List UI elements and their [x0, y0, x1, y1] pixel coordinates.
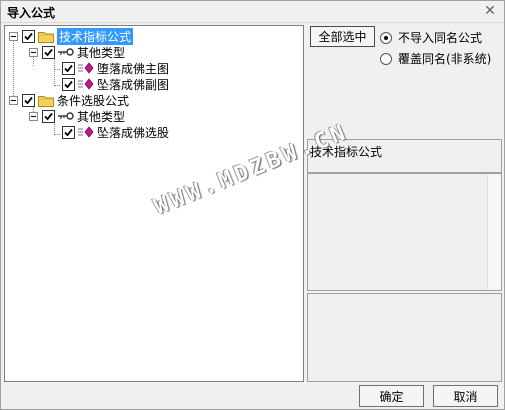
tree-node-label: 堕落成佛主图: [97, 61, 170, 76]
checkbox[interactable]: [62, 125, 75, 139]
tree-node-formula-selection[interactable]: 坠落成佛选股: [62, 124, 169, 140]
tree-node-other-type[interactable]: 其他类型: [29, 108, 125, 124]
collapse-toggle-icon[interactable]: [9, 95, 18, 105]
checkbox[interactable]: [62, 61, 75, 75]
radio-no-import-duplicates[interactable]: 不导入同名公式: [380, 29, 482, 46]
checkbox[interactable]: [62, 77, 75, 91]
radio-overwrite-duplicates[interactable]: 覆盖同名(非系统): [380, 50, 491, 67]
folder-icon: [38, 95, 54, 107]
title-bar: 导入公式 ✕: [1, 1, 504, 23]
radio-label: 不导入同名公式: [398, 31, 483, 45]
tree-node-label: 技术指标公式: [57, 27, 134, 45]
tree-connector-line: [54, 69, 60, 70]
checkbox[interactable]: [22, 29, 35, 43]
tree-node-label: 条件选股公式: [57, 93, 130, 108]
check-icon: [64, 64, 73, 72]
tree-node-label: 坠落成佛副图: [97, 77, 170, 92]
check-icon: [44, 112, 53, 120]
key-icon: [58, 112, 74, 120]
tree-connector-line: [54, 134, 60, 135]
key-icon: [58, 48, 74, 56]
check-icon: [44, 48, 53, 56]
select-all-button[interactable]: 全部选中: [310, 26, 375, 47]
formula-icon: [78, 78, 94, 90]
tree-node-label: 其他类型: [77, 45, 126, 60]
tree-node-label: 坠落成佛选股: [97, 125, 170, 140]
collapse-toggle-icon[interactable]: [29, 111, 38, 121]
tree-node-other-type[interactable]: 其他类型: [29, 44, 125, 60]
formula-icon: [78, 62, 94, 74]
check-icon: [24, 96, 33, 104]
close-button[interactable]: ✕: [482, 3, 498, 19]
tree-node-technical-formulas[interactable]: 技术指标公式: [9, 27, 134, 45]
tree-node-formula-main[interactable]: 堕落成佛主图: [62, 60, 169, 76]
description-scrollbar[interactable]: [487, 174, 501, 290]
radio-label: 覆盖同名(非系统): [398, 52, 492, 66]
radio-button[interactable]: [380, 52, 392, 65]
cancel-button[interactable]: 取消: [433, 385, 498, 407]
window-title: 导入公式: [7, 6, 56, 20]
formula-detail-box: [307, 293, 502, 382]
checkbox[interactable]: [22, 93, 35, 107]
check-icon: [24, 32, 33, 40]
import-formula-dialog: 导入公式 ✕ 技术指标公式 其他类型 堕落成佛主图 坠落成佛副图 条件选股公式 …: [0, 0, 505, 410]
tree-node-label: 其他类型: [77, 109, 126, 124]
ok-button[interactable]: 确定: [359, 385, 424, 407]
check-icon: [64, 80, 73, 88]
formula-description-box[interactable]: [307, 173, 502, 291]
checkbox[interactable]: [42, 109, 55, 123]
tree-connector-line: [13, 38, 14, 96]
checkbox[interactable]: [42, 45, 55, 59]
formula-icon: [78, 126, 94, 138]
tree-node-stock-selection-formulas[interactable]: 条件选股公式: [9, 92, 129, 108]
radio-button-selected[interactable]: [380, 31, 392, 44]
folder-icon: [38, 31, 54, 43]
tree-node-formula-sub[interactable]: 坠落成佛副图: [62, 76, 169, 92]
check-icon: [64, 128, 73, 136]
collapse-toggle-icon[interactable]: [29, 47, 38, 57]
collapse-toggle-icon[interactable]: [9, 31, 18, 41]
tree-connector-line: [54, 85, 60, 86]
